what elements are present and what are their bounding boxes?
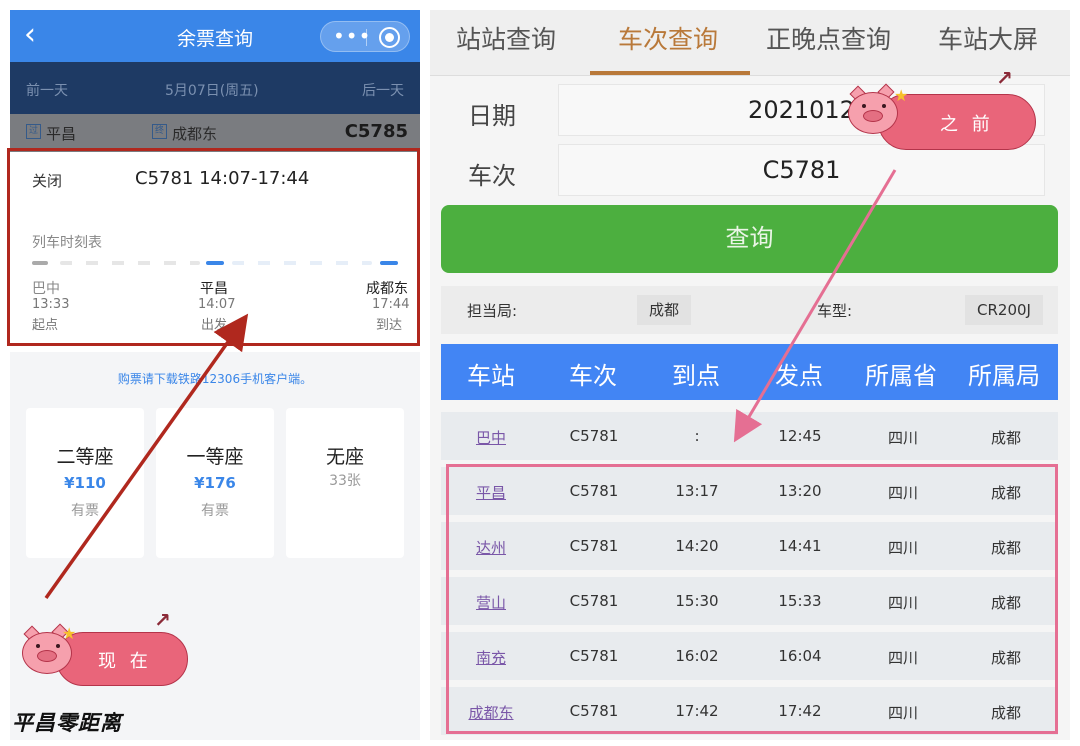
- pig-sticker-before: ★ 之 前 ↗: [842, 66, 1042, 156]
- tail-icon: ↗: [154, 608, 171, 632]
- sticker-label: 现 在: [98, 651, 152, 672]
- arrow-before: [733, 169, 897, 443]
- pig-sticker-now: ★ 现 在 ↗: [16, 608, 196, 692]
- arrow-now: [44, 313, 249, 600]
- brand-watermark: 平昌零距离: [12, 710, 122, 735]
- tail-icon: ↗: [996, 66, 1013, 90]
- pig-eye: [36, 644, 40, 648]
- pig-eye: [862, 104, 866, 108]
- star-icon: ★: [62, 624, 77, 643]
- sticker-label: 之 前: [940, 114, 994, 135]
- pig-snout: [863, 110, 883, 122]
- star-icon: ★: [894, 86, 909, 105]
- pig-eye: [882, 104, 886, 108]
- pig-eye: [56, 644, 60, 648]
- pig-snout: [37, 650, 57, 662]
